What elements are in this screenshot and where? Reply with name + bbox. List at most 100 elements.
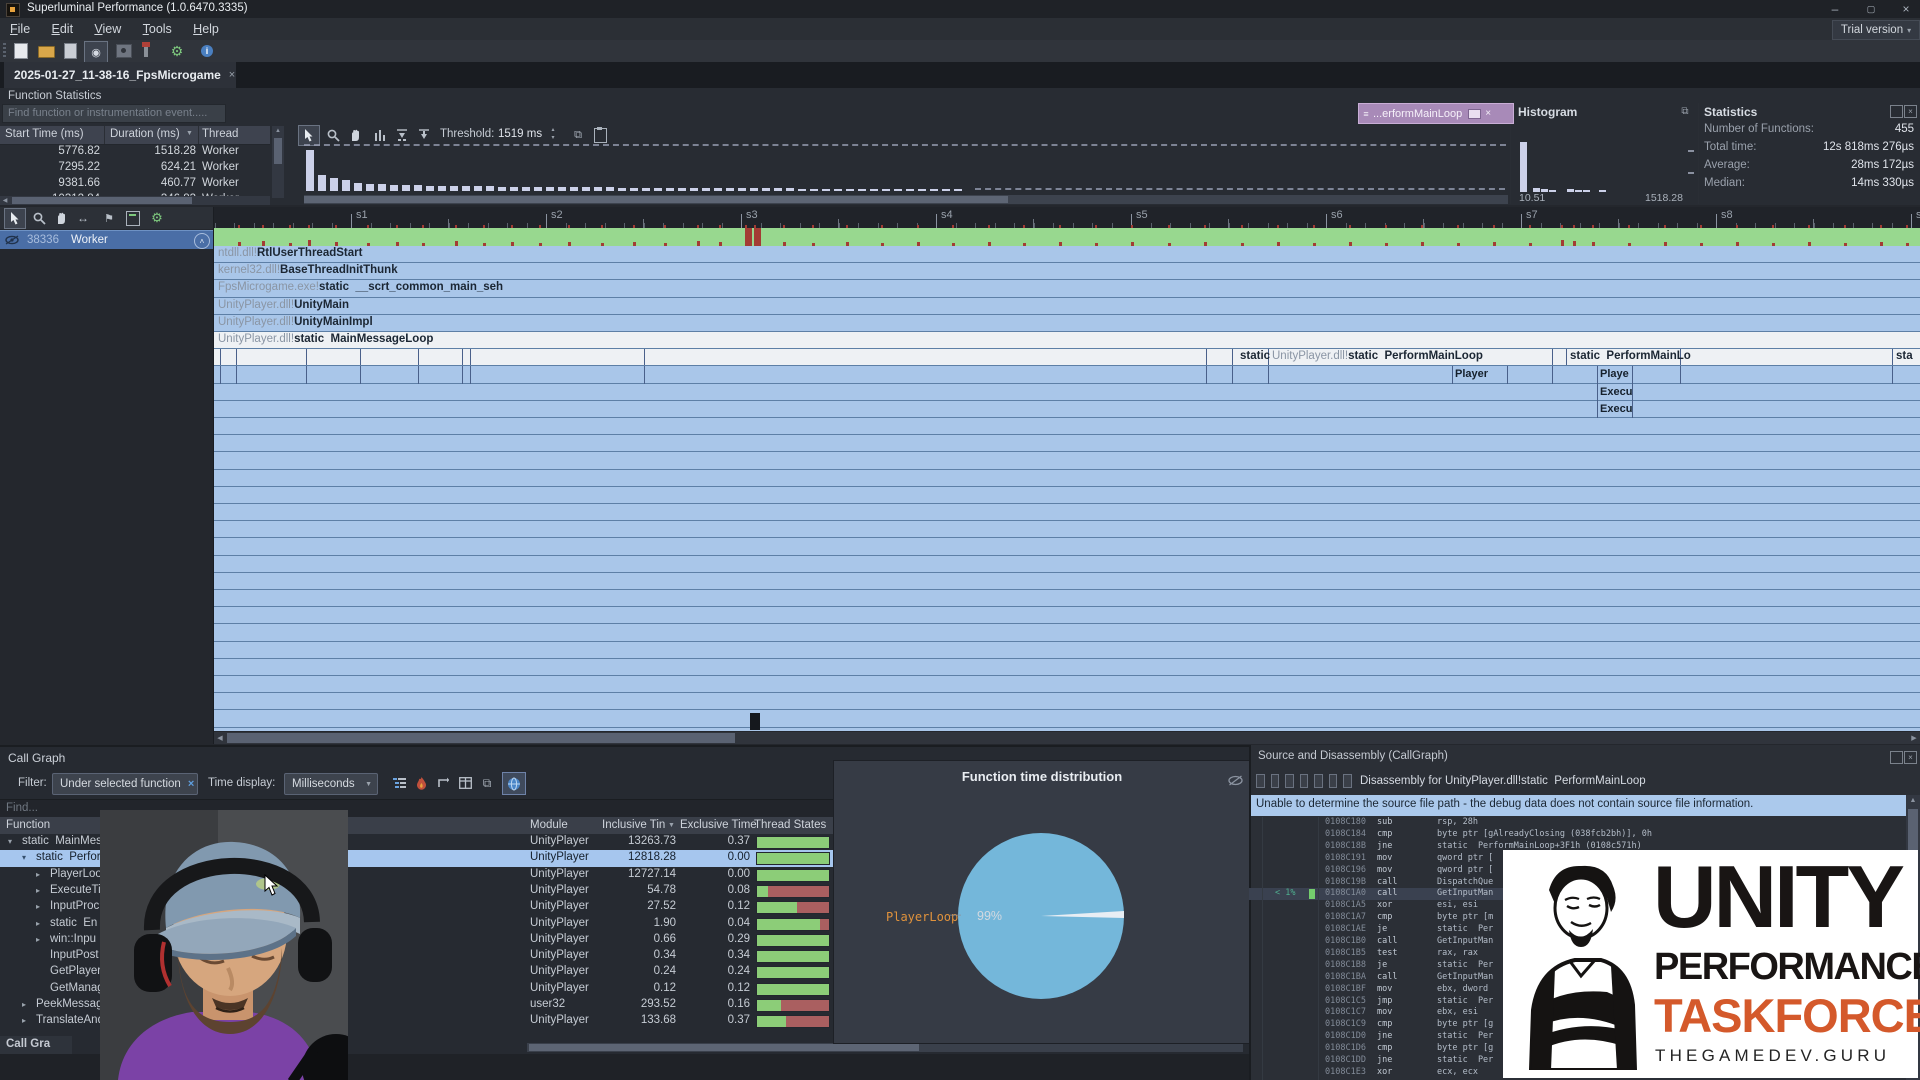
panel-close-icon[interactable]: × <box>1904 105 1917 118</box>
panel-pin-icon[interactable] <box>1890 105 1903 118</box>
zoom-search-icon[interactable] <box>324 126 342 144</box>
selected-function-tag[interactable]: ≡ ...erformMainLoop × <box>1358 103 1514 124</box>
info-icon[interactable]: i <box>198 42 216 60</box>
gear-add-icon[interactable]: ⚙ <box>148 209 166 227</box>
scroll-left-icon[interactable]: ◀ <box>0 196 10 205</box>
tag-close-icon[interactable]: × <box>1485 108 1491 119</box>
scroll-up-icon[interactable]: ▲ <box>1906 795 1920 806</box>
cg-col-function[interactable]: Function <box>6 819 50 831</box>
timeline-scrollbar[interactable]: ◀ ▶ <box>214 732 1920 744</box>
menu-help[interactable]: Help <box>193 22 219 36</box>
align-max-icon[interactable] <box>416 127 432 143</box>
segment-row[interactable]: staticUnityPlayer.dll!static PerformMain… <box>214 349 1920 366</box>
minimize-button[interactable]: – <box>1820 0 1850 18</box>
filter-chip[interactable]: Under selected function × <box>52 773 198 795</box>
pin-icon[interactable] <box>144 44 148 57</box>
scrollbar-thumb[interactable] <box>274 138 282 164</box>
expander-icon[interactable]: ▸ <box>36 919 40 928</box>
copy-icon[interactable]: ⧉ <box>478 774 496 792</box>
align-min-icon[interactable] <box>394 127 410 143</box>
table-view-icon[interactable] <box>456 774 474 792</box>
spinner-down-icon[interactable]: ▾ <box>548 134 558 142</box>
stack-frame-row[interactable]: UnityPlayer.dll!UnityMain <box>214 298 1920 315</box>
flag-marker-icon[interactable]: ⚑ <box>100 209 118 227</box>
pan-hand-icon[interactable] <box>52 209 70 227</box>
camera-icon[interactable] <box>116 44 132 58</box>
panel-pin-icon[interactable] <box>1890 751 1903 764</box>
tab-close-icon[interactable]: × <box>229 69 235 81</box>
stack-frame-row[interactable]: UnityPlayer.dll!static MainMessageLoop <box>214 332 1920 349</box>
select-cursor-icon[interactable] <box>4 208 26 229</box>
stack-frame-row[interactable]: FpsMicrogame.exe!static __scrt_common_ma… <box>214 280 1920 297</box>
copy-icon[interactable]: ⧉ <box>570 127 586 143</box>
table-row[interactable]: 5776.821518.28Worker <box>0 144 270 160</box>
open-folder-icon[interactable] <box>38 46 55 58</box>
trial-version-dropdown[interactable]: Trial version ▾ <box>1832 20 1920 40</box>
menu-file[interactable]: File <box>10 22 30 36</box>
search-icon[interactable] <box>1314 774 1323 788</box>
export-page-icon[interactable] <box>64 43 77 59</box>
paste-clipboard-icon[interactable] <box>594 128 607 143</box>
timeline-callstack[interactable]: ntdll.dll!RtlUserThreadStartkernel32.dll… <box>214 246 1920 731</box>
duration-histogram[interactable] <box>306 146 1506 191</box>
close-button[interactable]: × <box>1892 0 1920 18</box>
pan-horizontal-icon[interactable]: ↔ <box>74 209 92 227</box>
cg-col-thread-states[interactable]: Thread States <box>754 819 826 831</box>
expander-icon[interactable]: ▸ <box>22 1000 26 1009</box>
asm-line[interactable]: 0108C180subrsp, 28h <box>1249 817 1906 829</box>
asm-line[interactable]: 0108C184cmpbyte ptr [gAlreadyClosing (03… <box>1249 829 1906 841</box>
tab-active[interactable]: 2025-01-27_11-38-16_FpsMicrogame × <box>4 62 236 88</box>
expander-icon[interactable]: ▸ <box>36 886 40 895</box>
stack-frame-row[interactable]: ntdll.dll!RtlUserThreadStart <box>214 246 1920 263</box>
fs-vertical-scrollbar[interactable]: ▲ <box>272 126 284 198</box>
fs-horizontal-scrollbar[interactable]: ◀ <box>0 196 270 205</box>
scrollbar-thumb[interactable] <box>12 197 192 204</box>
threshold-value[interactable]: 1519 ms <box>498 128 542 140</box>
fs-col-start-time[interactable]: Start Time (ms) <box>5 128 84 140</box>
menu-view[interactable]: View <box>94 22 121 36</box>
cg-col-exclusive[interactable]: Exclusive Time <box>680 819 757 831</box>
new-capture-icon[interactable] <box>14 43 28 59</box>
table-row[interactable]: 7295.22624.21Worker <box>0 160 270 176</box>
function-search-input[interactable]: Find function or instrumentation event..… <box>2 104 226 123</box>
table-row[interactable]: 9381.66460.77Worker <box>0 176 270 192</box>
eye-view-icon[interactable]: ◉ <box>84 41 108 63</box>
scroll-up-icon[interactable]: ▲ <box>272 126 284 136</box>
thread-activity-band[interactable] <box>214 228 1920 246</box>
scroll-left-icon[interactable]: ◀ <box>214 732 226 744</box>
expander-icon[interactable]: ▾ <box>22 853 26 862</box>
histogram-scrollbar[interactable] <box>304 195 1508 204</box>
scrollbar-thumb[interactable] <box>529 1044 919 1051</box>
inverted-tree-icon[interactable] <box>434 774 452 792</box>
expander-icon[interactable]: ▸ <box>36 935 40 944</box>
step-into-icon[interactable] <box>1256 774 1265 788</box>
menu-edit[interactable]: Edit <box>52 22 74 36</box>
settings-gear-icon[interactable]: ⚙ <box>168 42 186 60</box>
clipboard-icon[interactable] <box>126 211 140 226</box>
scrollbar-thumb[interactable] <box>227 733 735 743</box>
time-ruler[interactable]: s1s2s3s4s5s6s7s8s9 <box>214 207 1920 228</box>
breakpoint-icon[interactable] <box>1285 774 1294 788</box>
select-cursor-icon[interactable] <box>298 125 320 146</box>
histogram-mini-chart[interactable] <box>1519 142 1689 192</box>
fs-col-duration[interactable]: Duration (ms) <box>110 128 180 140</box>
tree-view-icon[interactable] <box>390 774 408 792</box>
stack-frame-row[interactable]: UnityPlayer.dll!UnityMainImpl <box>214 315 1920 332</box>
nav-forward-icon[interactable] <box>1343 774 1352 788</box>
filter-clear-icon[interactable]: × <box>188 778 194 790</box>
fs-col-thread[interactable]: Thread <box>202 128 238 140</box>
time-display-dropdown[interactable]: Milliseconds ▼ <box>284 773 378 795</box>
scrollbar-thumb[interactable] <box>304 196 1008 203</box>
histogram-bars-icon[interactable] <box>372 127 388 143</box>
cg-col-module[interactable]: Module <box>530 819 568 831</box>
stack-frame-row[interactable]: kernel32.dll!BaseThreadInitThunk <box>214 263 1920 280</box>
flame-graph-icon[interactable] <box>412 774 430 792</box>
copy-icon[interactable]: ⧉ <box>1678 105 1692 118</box>
pan-hand-icon[interactable] <box>346 126 364 144</box>
eye-off-icon[interactable] <box>1226 773 1244 787</box>
panel-close-icon[interactable]: × <box>1904 751 1917 764</box>
call-graph-bottom-tab[interactable]: Call Gra <box>0 1036 72 1054</box>
expander-icon[interactable]: ▸ <box>36 902 40 911</box>
eye-visibility-icon[interactable] <box>5 235 19 245</box>
cg-horizontal-scrollbar[interactable] <box>527 1043 1243 1052</box>
